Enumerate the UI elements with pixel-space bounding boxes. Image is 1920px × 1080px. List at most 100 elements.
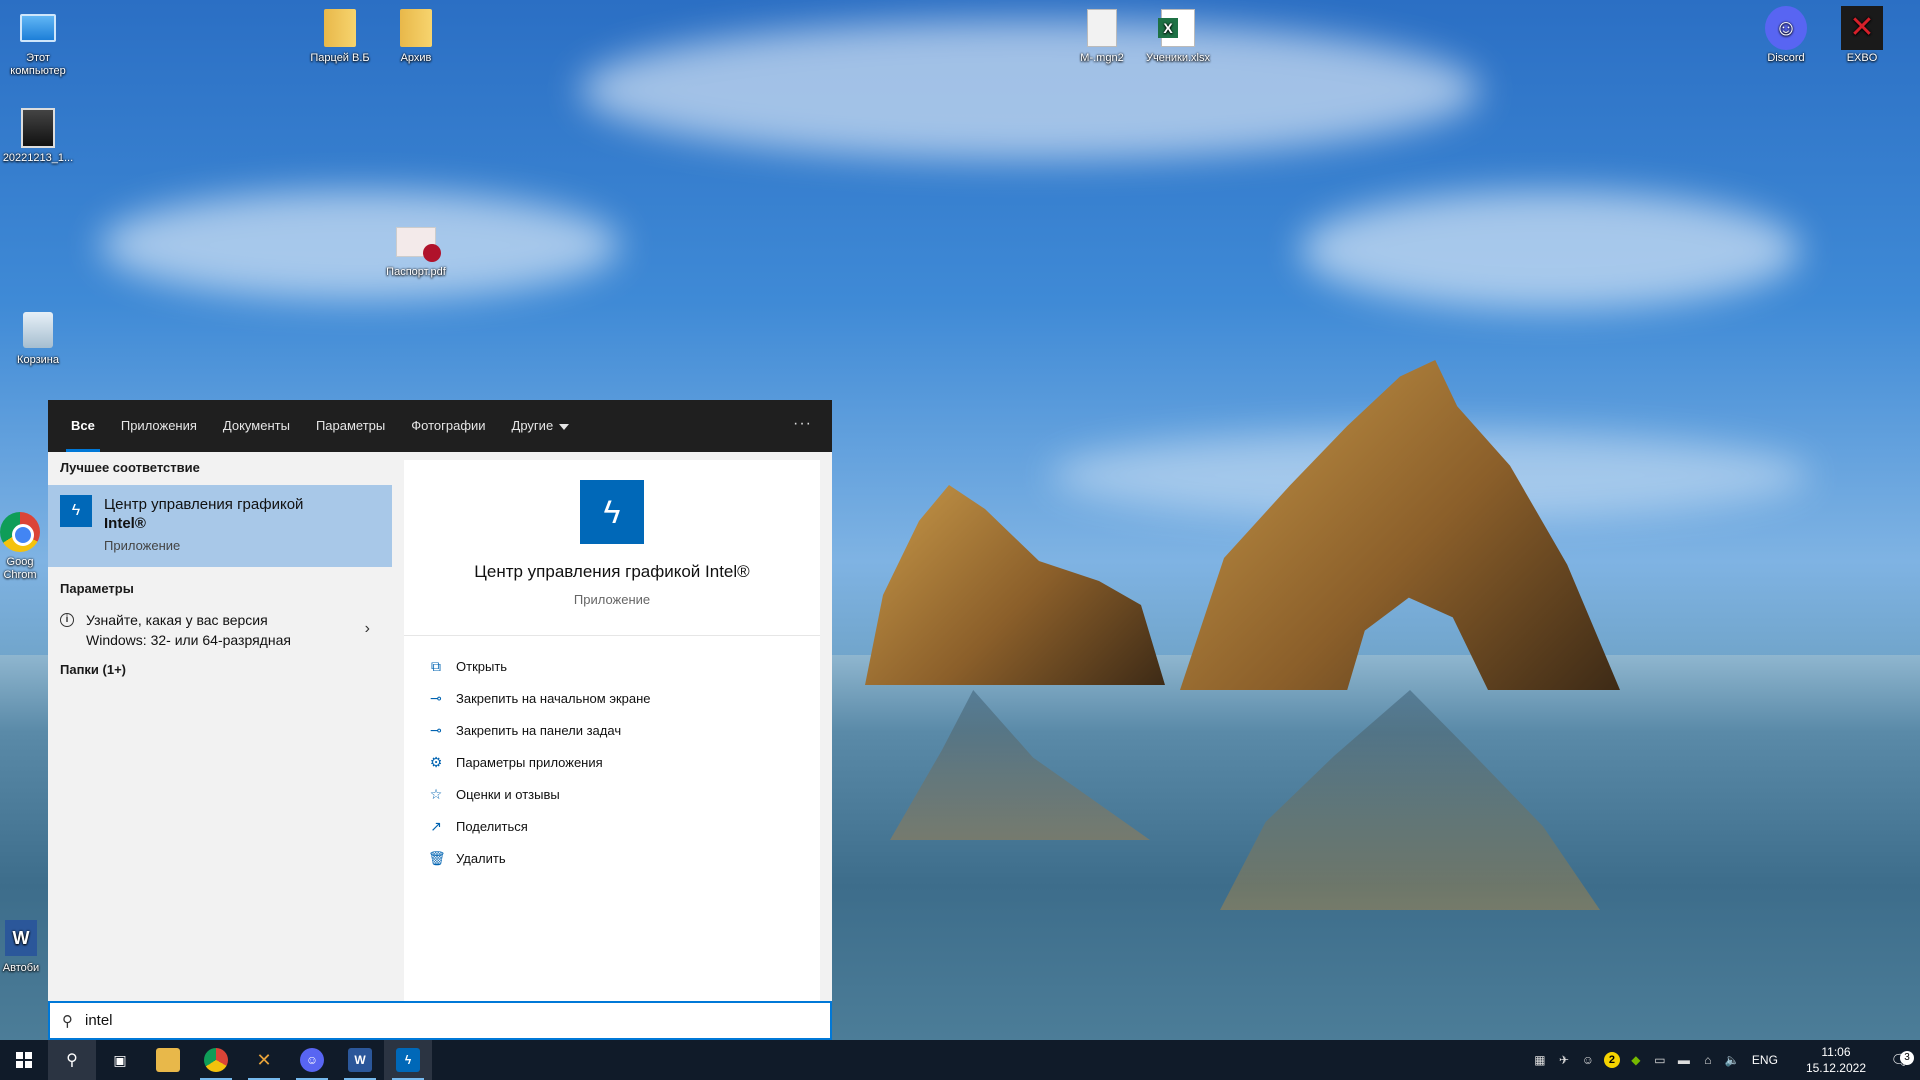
tray-storage-icon[interactable]: ▭ (1648, 1053, 1672, 1067)
action-share[interactable]: ↗ Поделиться (404, 810, 820, 842)
gear-icon: ⚙ (429, 753, 443, 770)
network-icon[interactable]: ⌂ (1696, 1053, 1720, 1067)
search-icon: ⚲ (62, 1012, 73, 1030)
system-tray: ▦ ✈ ☺ 2 ◆ ▭ ▬ ⌂ 🔈 ENG 11:06 15.12.2022 🗨… (1528, 1040, 1920, 1080)
action-open[interactable]: ⧉ Открыть (404, 650, 820, 682)
tab-all[interactable]: Все (58, 400, 108, 452)
result-detail-pane: ϟ Центр управления графикой Intel® Прило… (404, 460, 820, 1001)
excel-icon (1158, 9, 1195, 47)
start-search-panel: Все Приложения Документы Параметры Фотог… (48, 400, 832, 1040)
trash-icon: 🗑 (428, 849, 446, 866)
clock-time: 11:06 (1821, 1045, 1851, 1059)
image-file-icon (21, 108, 55, 148)
desktop-icon-xlsx[interactable]: Ученики.xlsx (1140, 8, 1216, 65)
pdf-icon (396, 227, 441, 262)
desktop-icon-discord[interactable]: ☺ Discord (1748, 6, 1824, 65)
chrome-icon (0, 512, 40, 552)
desktop-icon-mgn2[interactable]: M-.mgn2 (1064, 8, 1140, 65)
desktop-icon-recycle-bin[interactable]: Корзина (0, 310, 76, 367)
pin-icon: ⊸ (430, 721, 442, 738)
tab-documents[interactable]: Документы (210, 400, 303, 452)
folder-icon (156, 1048, 180, 1072)
language-indicator[interactable]: ENG (1744, 1053, 1792, 1067)
task-view-icon: ▣ (113, 1051, 127, 1068)
caret-down-icon (559, 423, 570, 430)
word-folder-icon (324, 9, 356, 47)
battery-icon[interactable]: ▬ (1672, 1053, 1696, 1067)
action-center-button[interactable]: 🗨 3 (1880, 1051, 1920, 1069)
desktop-icon-passport-pdf[interactable]: Паспорт.pdf (378, 222, 454, 279)
desktop-icon-archive[interactable]: Архив (378, 8, 454, 65)
action-pin-taskbar[interactable]: ⊸ Закрепить на панели задач (404, 714, 820, 746)
exbo-icon: ✕ (1841, 6, 1883, 50)
search-filter-tabs: Все Приложения Документы Параметры Фотог… (48, 400, 832, 452)
taskbar-intel-graphics[interactable]: ϟ (384, 1040, 432, 1080)
action-rate-review[interactable]: ☆ Оценки и отзывы (404, 778, 820, 810)
tab-apps[interactable]: Приложения (108, 400, 210, 452)
best-match-header: Лучшее соответствие (60, 460, 200, 475)
tray-notification-badge[interactable]: 2 (1603, 1052, 1620, 1068)
chevron-right-icon[interactable]: › (365, 620, 370, 638)
notification-count: 3 (1900, 1051, 1914, 1065)
taskbar-exbo[interactable]: ✕ (240, 1040, 288, 1080)
detail-header: ϟ Центр управления графикой Intel® Прило… (404, 460, 820, 636)
intel-graphics-large-icon: ϟ (580, 480, 644, 544)
tab-settings[interactable]: Параметры (303, 400, 398, 452)
tab-other-dropdown[interactable]: Другие (499, 400, 583, 452)
discord-icon: ☺ (300, 1048, 324, 1072)
best-match-title: Центр управления графикой Intel® (104, 496, 304, 532)
best-match-subtitle: Приложение (104, 538, 181, 553)
clock[interactable]: 11:06 15.12.2022 (1792, 1044, 1880, 1076)
search-input[interactable] (85, 1012, 765, 1029)
share-icon: ↗ (430, 817, 442, 834)
folder-icon (400, 9, 432, 47)
taskbar-file-explorer[interactable] (144, 1040, 192, 1080)
word-doc-icon: W (5, 920, 37, 956)
tab-photos[interactable]: Фотографии (398, 400, 498, 452)
settings-result-windows-version[interactable]: i Узнайте, какая у вас версия Windows: 3… (48, 604, 392, 654)
best-match-result[interactable]: ϟ Центр управления графикой Intel® Прило… (48, 485, 392, 567)
desktop-icon-this-pc[interactable]: Этот компьютер (0, 8, 76, 78)
detail-subtitle: Приложение (573, 592, 651, 607)
taskbar-discord[interactable]: ☺ (288, 1040, 336, 1080)
desktop-icon-chrome[interactable]: Goog Chrom (0, 512, 48, 582)
taskbar-chrome[interactable] (192, 1040, 240, 1080)
star-icon: ☆ (429, 785, 443, 802)
action-app-settings[interactable]: ⚙ Параметры приложения (404, 746, 820, 778)
clock-date: 15.12.2022 (1805, 1061, 1866, 1075)
desktop-icon-word[interactable]: W Автоби (0, 918, 48, 975)
intel-graphics-icon: ϟ (396, 1048, 420, 1072)
detail-actions: ⧉ Открыть ⊸ Закрепить на начальном экране … (404, 636, 820, 874)
desktop-icon-photo[interactable]: 20221213_1... (0, 108, 76, 165)
file-icon (1087, 9, 1117, 47)
more-options-button[interactable]: ··· (793, 400, 812, 452)
volume-icon[interactable]: 🔈 (1720, 1053, 1744, 1067)
info-icon: i (60, 613, 74, 627)
start-button[interactable] (0, 1040, 48, 1080)
settings-result-label: Узнайте, какая у вас версия Windows: 32-… (86, 612, 291, 648)
folders-header[interactable]: Папки (1+) (48, 654, 392, 685)
detail-title: Центр управления графикой Intel® (474, 562, 750, 581)
search-taskbar-button[interactable]: ⚲ (48, 1040, 96, 1080)
exbo-icon: ✕ (256, 1050, 272, 1070)
tray-discord-icon[interactable]: ☺ (1576, 1053, 1600, 1067)
taskbar-word[interactable]: W (336, 1040, 384, 1080)
desktop-icon-partsei[interactable]: Парцей В.Б (302, 8, 378, 65)
recycle-bin-icon (23, 312, 53, 348)
chrome-icon (204, 1048, 228, 1072)
settings-header: Параметры (60, 581, 134, 596)
computer-icon (20, 14, 56, 42)
task-view-button[interactable]: ▣ (96, 1040, 144, 1080)
action-pin-start[interactable]: ⊸ Закрепить на начальном экране (404, 682, 820, 714)
search-box[interactable]: ⚲ (48, 1001, 832, 1040)
taskbar: ⚲ ▣ ✕ ☺ W ϟ ▦ ✈ ☺ 2 ◆ ▭ ▬ ⌂ 🔈 ENG 11:06 … (0, 1040, 1920, 1080)
results-list: Лучшее соответствие ϟ Центр управления г… (48, 452, 392, 1001)
windows-logo-icon (16, 1052, 32, 1068)
intel-graphics-icon: ϟ (60, 495, 92, 527)
desktop-icon-exbo[interactable]: ✕ EXBO (1824, 6, 1900, 65)
tray-nvidia-icon[interactable]: ◆ (1624, 1053, 1648, 1067)
tray-plane-icon[interactable]: ✈ (1552, 1053, 1576, 1067)
tray-app-icon[interactable]: ▦ (1528, 1053, 1552, 1067)
action-uninstall[interactable]: 🗑 Удалить (404, 842, 820, 874)
word-icon: W (348, 1048, 372, 1072)
